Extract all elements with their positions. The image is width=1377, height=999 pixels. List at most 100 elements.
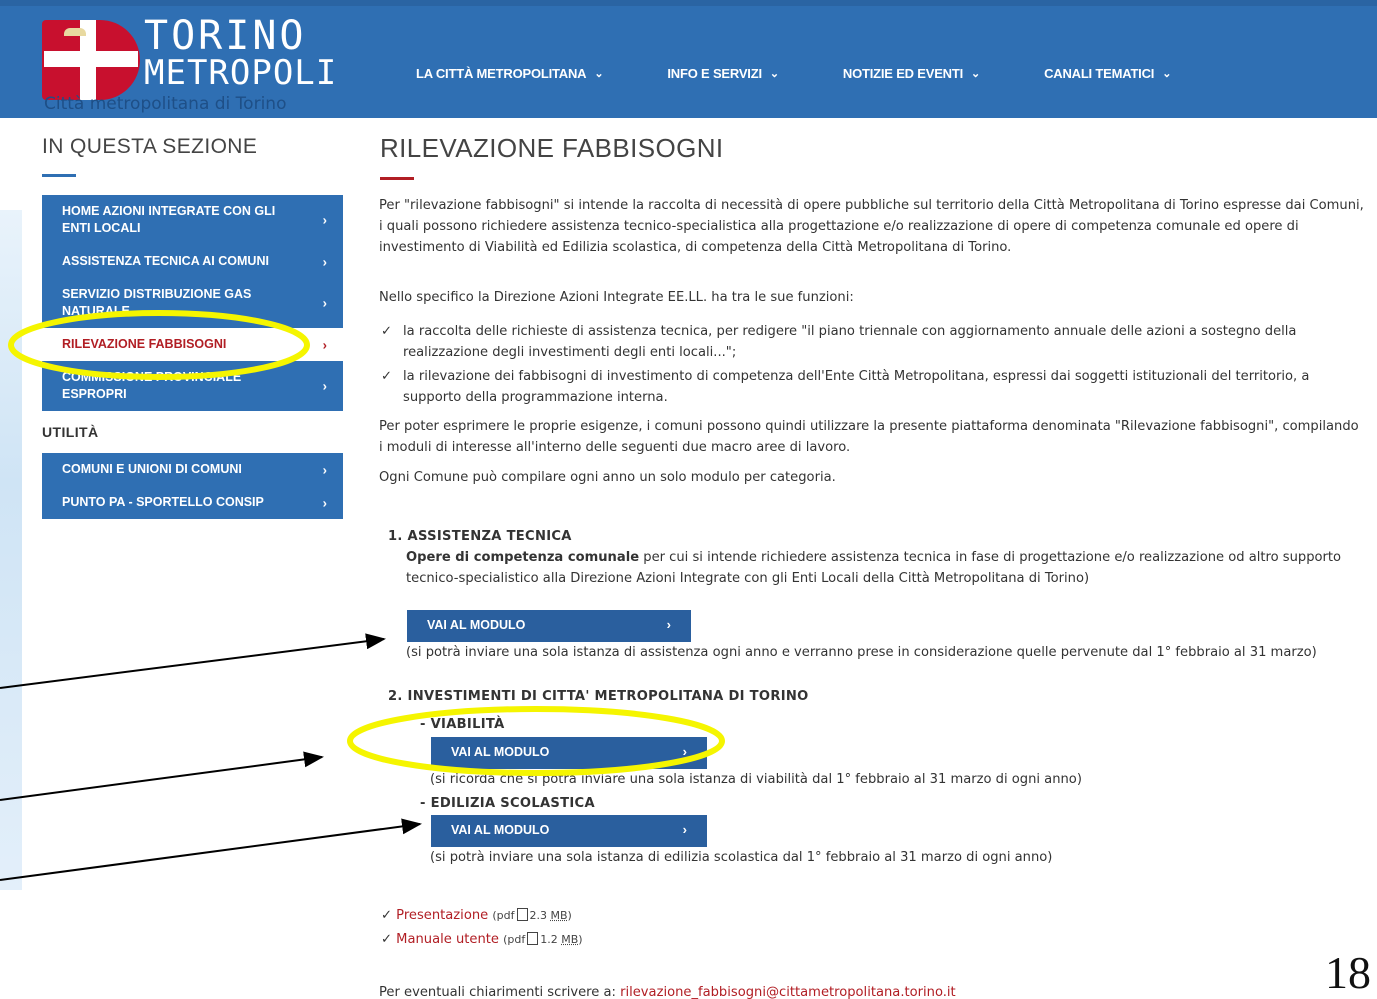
sidebar-item-label: HOME AZIONI INTEGRATE CON GLI ENTI LOCAL… [62, 204, 276, 235]
chevron-right-icon: › [322, 295, 327, 311]
contact-prefix: Per eventuali chiarimenti scrivere a: [379, 985, 621, 999]
button-label: VAI AL MODULO [451, 823, 550, 837]
subsection-heading: - VIABILITÀ [420, 717, 505, 732]
subsection-heading: - EDILIZIA SCOLASTICA [420, 796, 595, 811]
sidebar-title: IN QUESTA SEZIONE [42, 135, 258, 158]
chevron-right-icon: › [322, 337, 327, 352]
sidebar-item-commissione-espropri[interactable]: COMMISSIONE PROVINCIALE ESPROPRI › [42, 361, 343, 411]
check-icon: ✓ [381, 369, 392, 384]
header-top-line [0, 0, 1377, 6]
sidebar-item-assistenza-tecnica[interactable]: ASSISTENZA TECNICA AI COMUNI › [42, 245, 343, 278]
nav-label: INFO E SERVIZI [667, 66, 762, 81]
sidebar-item-label: COMMISSIONE PROVINCIALE ESPROPRI [62, 370, 242, 401]
sidebar-item-rilevazione-fabbisogni[interactable]: RILEVAZIONE FABBISOGNI › [42, 328, 351, 361]
vai-al-modulo-edilizia-button[interactable]: VAI AL MODULO › [431, 815, 707, 847]
chevron-right-icon: › [322, 462, 327, 477]
pdf-icon [516, 908, 528, 921]
intro-paragraph: Per "rilevazione fabbisogni" si intende … [379, 198, 1364, 255]
manuale-utente-link[interactable]: Manuale utente [396, 932, 499, 947]
site-header: TORINO METROPOLI Città metropolitana di … [0, 0, 1377, 118]
chevron-right-icon: › [322, 495, 327, 510]
vai-al-modulo-viabilita-button[interactable]: VAI AL MODULO › [431, 737, 707, 769]
chevron-down-icon: ⌄ [594, 68, 604, 80]
sidebar-title-underline [42, 174, 76, 177]
viabilita-heading: - VIABILITÀ [420, 714, 505, 735]
check-icon: ✓ [381, 908, 392, 923]
chevron-down-icon: ⌄ [1162, 68, 1172, 80]
utilities-menu: COMUNI E UNIONI DI COMUNI › PUNTO PA - S… [42, 453, 343, 519]
sidebar-item-label: RILEVAZIONE FABBISOGNI [62, 337, 227, 351]
file-size: 2.3 [529, 909, 548, 922]
file-size: 1.2 [540, 933, 558, 946]
logo-subtitle: Città metropolitana di Torino [44, 94, 287, 114]
main-nav: LA CITTÀ METROPOLITANA ⌄ INFO E SERVIZI … [416, 66, 1171, 81]
contact-email-link[interactable]: rilevazione_fabbisogni@cittametropolitan… [620, 985, 956, 999]
section-heading: 1. ASSISTENZA TECNICA [388, 529, 572, 544]
annotation-arrow-3 [0, 818, 422, 881]
nav-item-canali-tematici[interactable]: CANALI TEMATICI ⌄ [1044, 66, 1171, 81]
list-item: ✓ la rilevazione dei fabbisogni di invest… [381, 366, 1366, 408]
nav-item-citta-metropolitana[interactable]: LA CITTÀ METROPOLITANA ⌄ [416, 66, 604, 81]
attachments-list: ✓ Presentazione (pdf 2.3 MB) ✓ Manuale ut… [381, 904, 583, 952]
site-logo[interactable]: TORINO METROPOLI Città metropolitana di … [40, 14, 340, 118]
sidebar-item-distribuzione-gas[interactable]: SERVIZIO DISTRIBUZIONE GAS NATURALE › [42, 278, 343, 328]
chevron-down-icon: ⌄ [971, 68, 981, 80]
attachment-item: ✓ Manuale utente (pdf 1.2 MB) [381, 928, 583, 952]
chevron-right-icon: › [322, 212, 327, 228]
section-investimenti-heading: 2. INVESTIMENTI DI CITTA' METROPOLITANA … [388, 686, 809, 707]
logo-word-metropoli: METROPOLI [144, 53, 338, 93]
sidebar-menu: HOME AZIONI INTEGRATE CON GLI ENTI LOCAL… [42, 195, 351, 411]
sidebar-item-label: PUNTO PA - SPORTELLO CONSIP [62, 495, 264, 509]
edilizia-note: (si potrà inviare una sola istanza di ed… [430, 850, 1053, 865]
sidebar-item-label: COMUNI E UNIONI DI COMUNI [62, 462, 242, 476]
logo-word-torino: TORINO [144, 13, 307, 59]
check-icon: ✓ [381, 324, 392, 339]
file-type: pdf [496, 909, 515, 922]
file-type: pdf [507, 933, 526, 946]
nav-label: CANALI TEMATICI [1044, 66, 1155, 81]
utilities-title: UTILITÀ [42, 424, 99, 440]
check-icon: ✓ [381, 932, 392, 947]
one-module-paragraph: Ogni Comune può compilare ogni anno un s… [379, 470, 836, 485]
sidebar-item-label: SERVIZIO DISTRIBUZIONE GAS NATURALE [62, 287, 252, 318]
viabilita-note: (si ricorda che si potrà inviare una sol… [430, 772, 1082, 787]
chevron-right-icon: › [666, 617, 671, 632]
vai-al-modulo-assistenza-button[interactable]: VAI AL MODULO › [407, 610, 691, 642]
list-item-text: la raccolta delle richieste di assistenz… [403, 324, 1297, 360]
sidebar-item-punto-pa[interactable]: PUNTO PA - SPORTELLO CONSIP › [42, 486, 343, 519]
functions-list: ✓ la raccolta delle richieste di assisten… [381, 321, 1366, 411]
sidebar-item-comuni-unioni[interactable]: COMUNI E UNIONI DI COMUNI › [42, 453, 343, 486]
logo-cross-horizontal [44, 51, 138, 67]
chevron-down-icon: ⌄ [769, 68, 779, 80]
section-assistenza-heading: 1. ASSISTENZA TECNICA [388, 526, 572, 547]
annotation-arrow-2 [0, 751, 324, 801]
edilizia-heading: - EDILIZIA SCOLASTICA [420, 793, 595, 814]
functions-intro: Nello specifico la Direzione Azioni Inte… [379, 290, 854, 305]
button-label: VAI AL MODULO [427, 618, 526, 632]
assistenza-note: (si potrà inviare una sola istanza di as… [406, 645, 1317, 660]
presentazione-link[interactable]: Presentazione [396, 908, 488, 923]
logo-crown-icon [64, 28, 86, 36]
file-meta: (pdf 1.2 MB) [503, 932, 583, 946]
contact-line: Per eventuali chiarimenti scrivere a: ri… [379, 984, 956, 999]
attachment-item: ✓ Presentazione (pdf 2.3 MB) [381, 904, 583, 928]
page-title: RILEVAZIONE FABBISOGNI [380, 133, 724, 163]
section-assistenza-description: Opere di competenza comunale per cui si … [406, 547, 1356, 589]
platform-paragraph: Per poter esprimere le proprie esigenze,… [379, 419, 1359, 455]
sidebar-item-label: ASSISTENZA TECNICA AI COMUNI [62, 254, 269, 268]
page-title-underline [380, 177, 414, 180]
chevron-right-icon: › [682, 744, 687, 759]
file-size-unit: MB [550, 909, 568, 922]
chevron-right-icon: › [322, 378, 327, 394]
chevron-right-icon: › [682, 822, 687, 837]
nav-item-info-servizi[interactable]: INFO E SERVIZI ⌄ [667, 66, 779, 81]
nav-label: NOTIZIE ED EVENTI [842, 66, 964, 81]
chevron-right-icon: › [322, 254, 327, 269]
nav-label: LA CITTÀ METROPOLITANA [416, 66, 587, 81]
sidebar-item-home-azioni-integrate[interactable]: HOME AZIONI INTEGRATE CON GLI ENTI LOCAL… [42, 195, 343, 245]
list-item: ✓ la raccolta delle richieste di assisten… [381, 321, 1366, 363]
list-item-text: la rilevazione dei fabbisogni di investi… [403, 369, 1310, 405]
button-label: VAI AL MODULO [451, 745, 550, 759]
nav-item-notizie-eventi[interactable]: NOTIZIE ED EVENTI ⌄ [843, 66, 980, 81]
pdf-icon [527, 932, 539, 945]
